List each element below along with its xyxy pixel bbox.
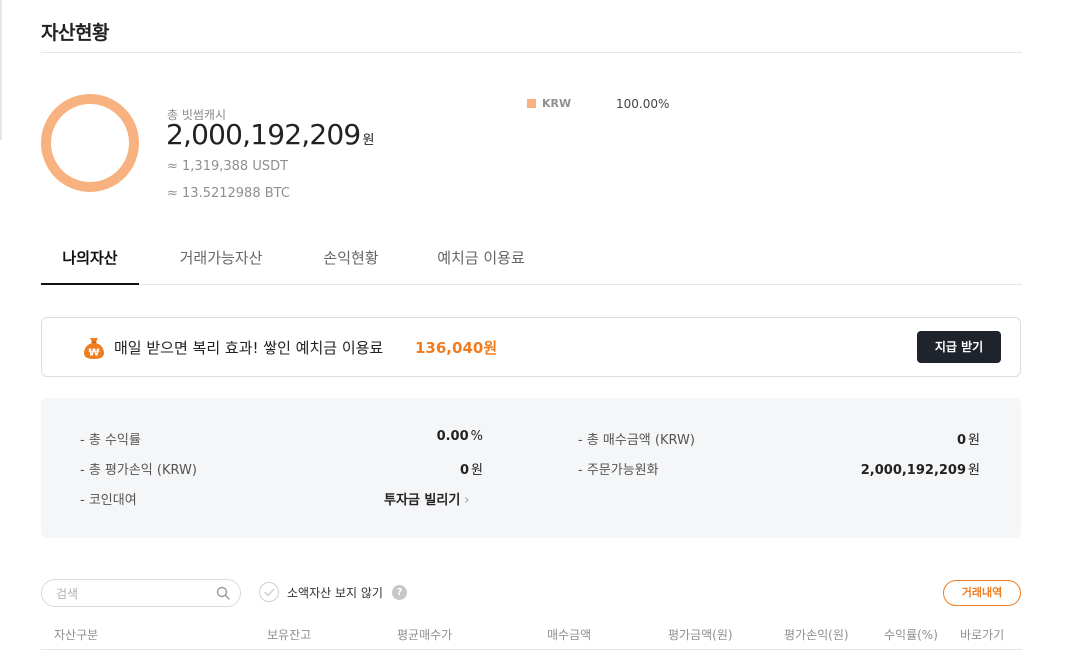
tab-tradable-assets[interactable]: 거래가능자산 bbox=[166, 234, 276, 285]
approx-usdt: ≈ 1,319,388 USDT bbox=[167, 159, 289, 174]
asset-summary-panel: - 총 수익률 0.00% - 총 평가손익 (KRW) 0원 - 코인대여 투… bbox=[41, 398, 1021, 538]
th-asset-type[interactable]: 자산구분 bbox=[54, 626, 98, 643]
legend-percent-krw: 100.00% bbox=[616, 97, 670, 111]
claim-button[interactable]: 지급 받기 bbox=[917, 331, 1001, 363]
total-buy-amount-number: 0 bbox=[956, 433, 967, 448]
total-return-value: 0.00% bbox=[437, 429, 483, 444]
legend-swatch-krw bbox=[527, 99, 536, 108]
th-return-rate[interactable]: 수익률(%) bbox=[884, 626, 938, 643]
coin-lending-label: - 코인대여 bbox=[80, 493, 137, 508]
orderable-krw-unit: 원 bbox=[968, 463, 980, 478]
total-eval-pl-label: - 총 평가손익 (KRW) bbox=[80, 463, 197, 478]
total-buy-amount-label: - 총 매수금액 (KRW) bbox=[578, 433, 695, 448]
tab-my-assets[interactable]: 나의자산 bbox=[41, 234, 139, 285]
total-return-number: 0.00 bbox=[436, 429, 469, 444]
tab-deposit-fee[interactable]: 예치금 이용료 bbox=[426, 234, 536, 285]
total-cash-unit: 원 bbox=[362, 133, 375, 148]
chevron-right-icon: › bbox=[464, 493, 470, 508]
hide-small-assets-label: 소액자산 보지 않기 bbox=[287, 586, 383, 600]
total-buy-amount-value: 0원 bbox=[957, 429, 980, 448]
allocation-donut-chart bbox=[41, 94, 139, 192]
money-bag-icon: ₩ bbox=[84, 338, 104, 359]
total-cash-amount: 2,000,192,209 원 bbox=[166, 118, 374, 151]
total-eval-pl-value: 0원 bbox=[460, 459, 483, 478]
approx-btc: ≈ 13.5212988 BTC bbox=[167, 186, 290, 201]
total-return-label: - 총 수익률 bbox=[80, 433, 141, 448]
check-icon bbox=[264, 588, 275, 597]
donut-slice-krw bbox=[41, 94, 139, 192]
orderable-krw-label: - 주문가능원화 bbox=[578, 463, 659, 478]
th-holding-balance[interactable]: 보유잔고 bbox=[267, 626, 311, 643]
hide-small-assets-checkbox[interactable] bbox=[259, 582, 279, 602]
borrow-investment-label: 투자금 빌리기 bbox=[384, 493, 461, 508]
total-return-unit: % bbox=[470, 429, 483, 444]
legend-name-krw: KRW bbox=[542, 97, 572, 110]
th-eval-amount[interactable]: 평가금액(원) bbox=[668, 626, 733, 643]
borrow-investment-link[interactable]: 투자금 빌리기 › bbox=[384, 489, 470, 508]
orderable-krw-value: 2,000,192,209 원 bbox=[861, 459, 980, 478]
total-eval-pl-number: 0 bbox=[459, 463, 470, 478]
promo-message: 매일 받으면 복리 효과! 쌓인 예치금 이용료 bbox=[114, 339, 384, 357]
question-icon[interactable]: ? bbox=[392, 585, 407, 600]
promo-amount: 136,040원 bbox=[415, 339, 498, 357]
asset-table-header: 자산구분 보유잔고 평균매수가 매수금액 평가금액(원) 평가손익(원) 수익률… bbox=[41, 620, 1022, 650]
svg-text:₩: ₩ bbox=[88, 348, 99, 359]
total-cash-value: 2,000,192,209 bbox=[166, 118, 361, 151]
title-divider bbox=[41, 52, 1022, 53]
orderable-krw-number: 2,000,192,209 bbox=[860, 463, 967, 478]
total-buy-amount-unit: 원 bbox=[968, 433, 980, 448]
th-eval-profit-loss[interactable]: 평가손익(원) bbox=[784, 626, 849, 643]
tab-profit-loss[interactable]: 손익현황 bbox=[311, 234, 391, 285]
th-shortcut: 바로가기 bbox=[960, 628, 1005, 642]
left-edge-divider bbox=[0, 0, 2, 140]
th-avg-buy-price[interactable]: 평균매수가 bbox=[397, 626, 452, 643]
search-icon[interactable] bbox=[216, 586, 230, 600]
asset-tabs: 나의자산 거래가능자산 손익현황 예치금 이용료 bbox=[41, 234, 1022, 285]
deposit-interest-banner: ₩ 매일 받으면 복리 효과! 쌓인 예치금 이용료 136,040원 지급 받… bbox=[41, 317, 1021, 377]
th-buy-amount[interactable]: 매수금액 bbox=[547, 626, 591, 643]
total-eval-pl-unit: 원 bbox=[471, 463, 483, 478]
search-input[interactable] bbox=[56, 585, 206, 603]
page-title: 자산현황 bbox=[41, 22, 109, 44]
trade-history-button[interactable]: 거래내역 bbox=[943, 580, 1021, 606]
asset-search bbox=[41, 579, 241, 607]
